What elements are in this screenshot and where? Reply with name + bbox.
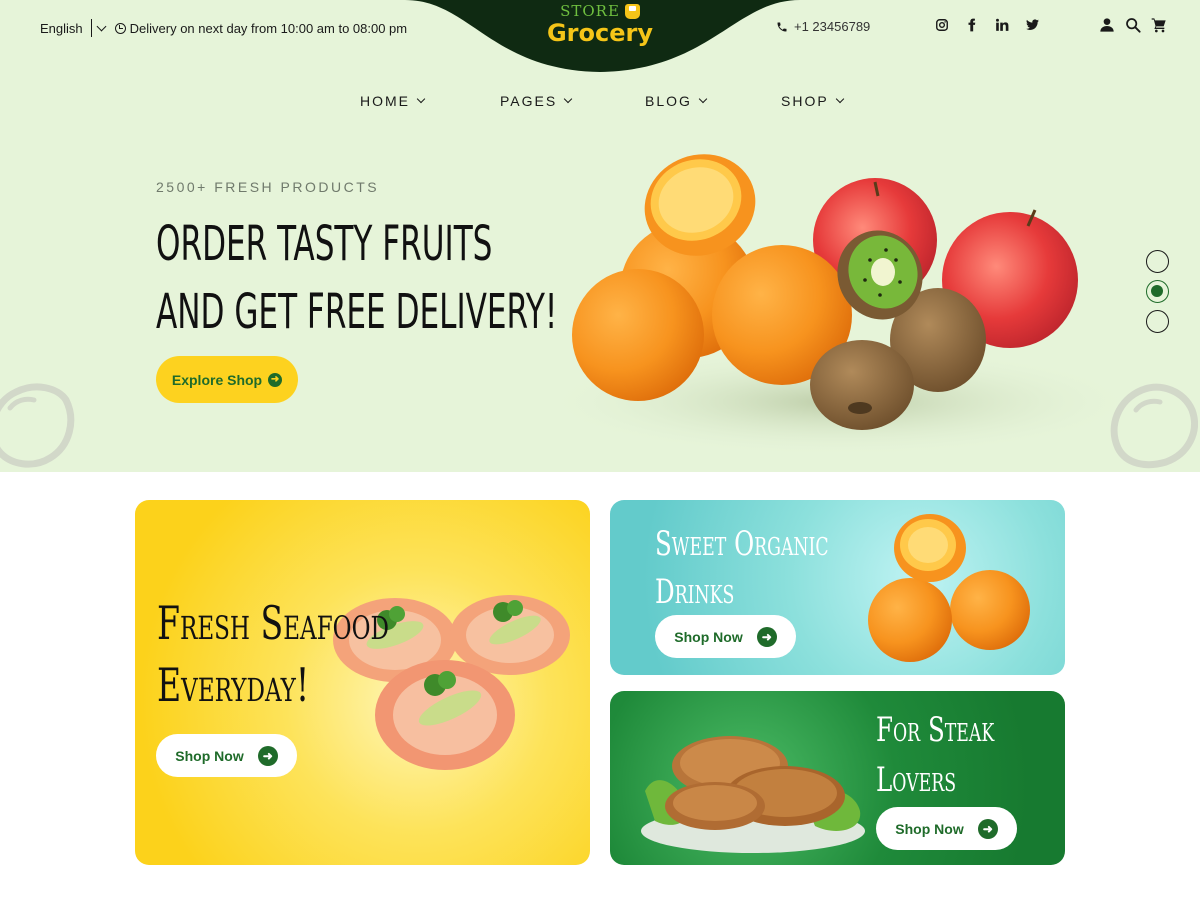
language-selector[interactable]: English bbox=[40, 19, 107, 37]
chevron-down-icon bbox=[698, 94, 708, 104]
arrow-right-icon: ➜ bbox=[257, 745, 278, 766]
promo-title-line-1: Sweet Organic bbox=[655, 524, 829, 564]
chevron-down-icon bbox=[416, 94, 426, 104]
chevron-down-icon bbox=[835, 94, 844, 104]
slider-dot[interactable] bbox=[1146, 250, 1169, 273]
clock-icon bbox=[114, 22, 126, 34]
social-links bbox=[934, 17, 1040, 33]
cart-icon[interactable] bbox=[1151, 17, 1167, 33]
nav-label: SHOP bbox=[781, 93, 829, 109]
arrow-right-icon: ➜ bbox=[756, 626, 777, 647]
lemon-outline-icon bbox=[1110, 383, 1198, 469]
nav-item-shop[interactable]: SHOP bbox=[781, 93, 844, 109]
explore-shop-label: Explore Shop bbox=[171, 371, 263, 388]
nav-item-home[interactable]: HOME bbox=[360, 93, 426, 109]
promo-title-line-1: Fresh Seafood bbox=[157, 596, 389, 650]
phone-contact[interactable]: +1 23456789 bbox=[776, 19, 870, 34]
hero-slider-dots bbox=[1146, 250, 1169, 333]
delivery-info: Delivery on next day from 10:00 am to 08… bbox=[114, 20, 408, 36]
lemon-outline-icon bbox=[0, 383, 75, 468]
slider-dot-active[interactable] bbox=[1146, 280, 1169, 303]
logo-name: Grocery bbox=[546, 19, 653, 47]
header-utilities bbox=[1099, 17, 1167, 33]
promo-title-line-1: For Steak bbox=[876, 710, 995, 750]
shop-now-button[interactable]: Shop Now ➜ bbox=[156, 734, 297, 777]
chevron-down-icon bbox=[563, 94, 573, 104]
shop-now-button[interactable]: Shop Now ➜ bbox=[655, 615, 796, 658]
promo-card-steak[interactable]: For Steak Lovers Shop Now ➜ bbox=[610, 691, 1065, 865]
explore-shop-button[interactable]: Explore Shop ➜ bbox=[156, 356, 298, 403]
search-icon[interactable] bbox=[1125, 17, 1141, 33]
divider bbox=[90, 19, 92, 37]
twitter-icon[interactable] bbox=[1024, 17, 1040, 33]
promo-title-line-2: Lovers bbox=[876, 760, 957, 800]
nav-item-blog[interactable]: BLOG bbox=[645, 93, 708, 109]
user-icon[interactable] bbox=[1099, 17, 1115, 33]
promo-title: For Steak Lovers bbox=[876, 705, 994, 805]
promo-title: Fresh Seafood Everyday! bbox=[157, 592, 389, 716]
facebook-icon[interactable] bbox=[964, 17, 980, 33]
shop-now-label: Shop Now bbox=[175, 747, 244, 764]
nav-label: BLOG bbox=[645, 93, 692, 109]
hero-subtitle: 2500+ FRESH PRODUCTS bbox=[156, 179, 380, 195]
topbar-left: English Delivery on next day from 10:00 … bbox=[40, 18, 407, 38]
arrow-right-icon: ➜ bbox=[268, 372, 283, 387]
promo-card-drinks[interactable]: Sweet Organic Drinks Shop Now ➜ bbox=[610, 500, 1065, 675]
language-label: English bbox=[40, 20, 83, 36]
main-nav: HOME PAGES BLOG SHOP bbox=[0, 93, 1200, 113]
hero-section: STORE Grocery English Delivery on next d… bbox=[0, 0, 1200, 472]
steak-image bbox=[641, 736, 865, 853]
hero-title-line-1: Order tasty fruits bbox=[156, 216, 493, 272]
hero-title: Order tasty fruits and get free delivery… bbox=[156, 210, 558, 346]
shop-now-label: Shop Now bbox=[674, 628, 743, 645]
phone-icon bbox=[777, 22, 787, 31]
promo-title-line-2: Everyday! bbox=[157, 658, 310, 712]
arrow-right-icon: ➜ bbox=[977, 818, 998, 839]
hero-title-line-2: and get free delivery! bbox=[156, 284, 558, 340]
instagram-icon[interactable] bbox=[934, 17, 950, 33]
hero-fruit-image bbox=[540, 154, 1120, 457]
logo-store-label: STORE bbox=[560, 2, 640, 20]
delivery-text: Delivery on next day from 10:00 am to 08… bbox=[129, 20, 408, 36]
slider-dot[interactable] bbox=[1146, 310, 1169, 333]
oranges-image bbox=[868, 514, 1030, 662]
shop-now-button[interactable]: Shop Now ➜ bbox=[876, 807, 1017, 850]
site-logo[interactable]: STORE Grocery bbox=[540, 2, 660, 47]
phone-number: +1 23456789 bbox=[794, 19, 871, 34]
nav-label: HOME bbox=[360, 93, 410, 109]
promo-title-line-2: Drinks bbox=[655, 572, 735, 612]
nav-item-pages[interactable]: PAGES bbox=[500, 93, 573, 109]
shopping-bag-icon bbox=[624, 3, 640, 19]
promo-card-seafood[interactable]: Fresh Seafood Everyday! Shop Now ➜ bbox=[135, 500, 590, 865]
linkedin-icon[interactable] bbox=[994, 17, 1010, 33]
promo-title: Sweet Organic Drinks bbox=[655, 520, 829, 616]
chevron-down-icon bbox=[96, 21, 107, 31]
shop-now-label: Shop Now bbox=[895, 820, 964, 837]
nav-label: PAGES bbox=[500, 93, 558, 109]
